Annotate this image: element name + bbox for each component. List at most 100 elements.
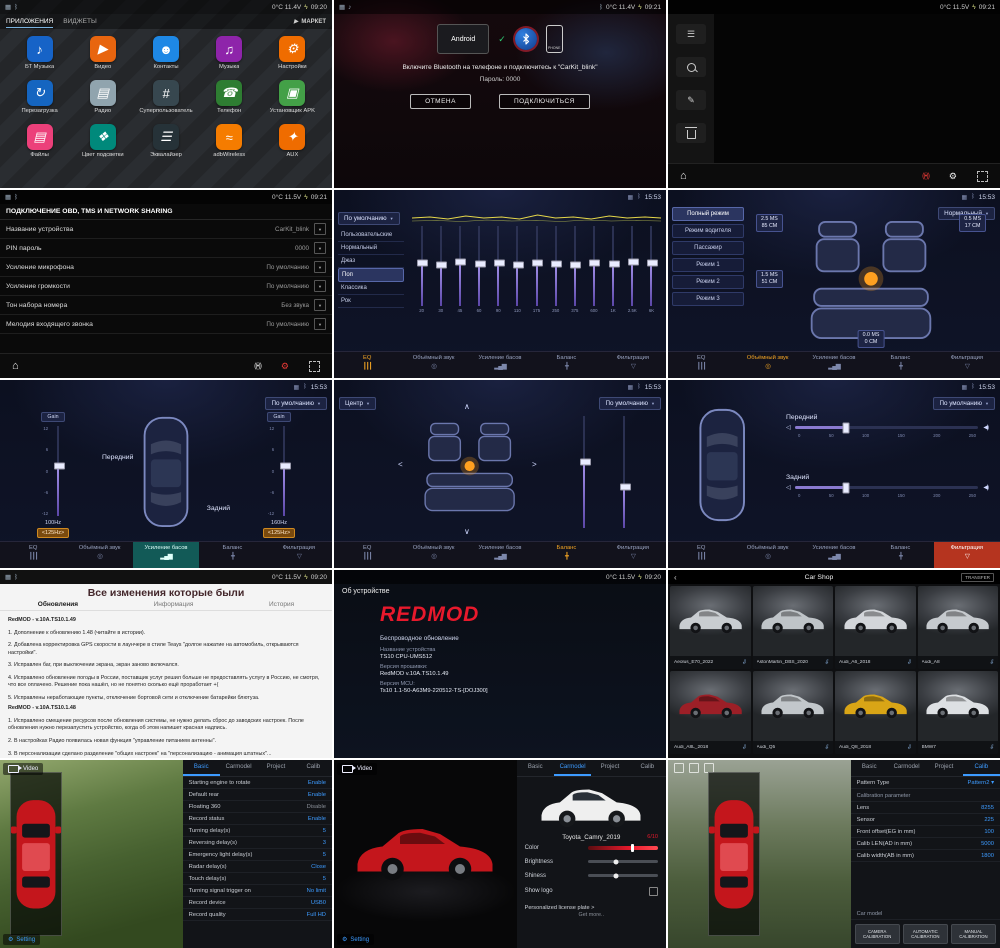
eq-band-slider[interactable] (623, 226, 642, 306)
eq-band-slider[interactable] (546, 226, 565, 306)
car-card[interactable]: Audi_A8 ⇩ (918, 586, 999, 669)
app-shortcut[interactable]: ⚙ Настройки (261, 36, 324, 70)
settings-row[interactable]: Floating 360 Disable (183, 801, 332, 813)
app-shortcut[interactable]: ↻ Перезагрузка (8, 80, 71, 114)
pattern-type-value[interactable]: Pattern2 ▾ (968, 780, 994, 786)
app-shortcut[interactable]: ♪ БТ Музыка (8, 36, 71, 70)
audio-tab[interactable]: EQ ┃┃┃ (668, 352, 734, 378)
connect-button[interactable]: ПОДКЛЮЧИТЬСЯ (499, 94, 590, 109)
download-icon[interactable]: ⇩ (989, 659, 994, 666)
audio-tab[interactable]: Баланс ╋ (199, 542, 265, 568)
slider-thumb[interactable] (613, 873, 618, 878)
audio-tab[interactable]: Усиление басов ▂▄▆ (133, 542, 199, 568)
broadcast-icon[interactable]: ((•)) (922, 173, 929, 180)
calibration-button[interactable]: MANUAL CALIBRATION (951, 924, 996, 944)
audio-tab[interactable]: Усиление басов ▂▄▆ (801, 352, 867, 378)
settings-row[interactable]: Тон набора номера Без звука ▼ (0, 296, 332, 315)
calibration-row[interactable]: Sensor 225 (851, 814, 1000, 826)
eq-band-slider[interactable] (489, 226, 508, 306)
listening-mode-button[interactable]: Полный режим (672, 207, 744, 221)
car-card[interactable]: BMW7 ⇩ (918, 671, 999, 754)
audio-tab[interactable]: Фильтрация ▽ (934, 542, 1000, 568)
transfer-button[interactable]: TRANSFER (961, 573, 994, 582)
download-icon[interactable]: ⇩ (989, 744, 994, 751)
edit-icon[interactable]: ✎ (676, 90, 706, 110)
audio-tab[interactable]: Баланс ╋ (867, 542, 933, 568)
slider-thumb[interactable] (54, 462, 65, 469)
settings-tab[interactable]: Calib (963, 760, 1000, 776)
eq-band-slider[interactable] (527, 226, 546, 306)
audio-tab[interactable]: Усиление басов ▂▄▆ (467, 352, 533, 378)
settings-tab[interactable]: Calib (295, 760, 332, 776)
car-card[interactable]: AstonMartin_DBS_2020 ⇩ (753, 586, 834, 669)
dropdown-icon[interactable]: ▼ (314, 280, 326, 292)
preset-item[interactable]: Пользовательские (338, 229, 404, 242)
home-icon[interactable]: ⌂ (12, 360, 19, 372)
slider-thumb[interactable] (551, 261, 562, 268)
show-logo-checkbox[interactable] (649, 887, 658, 896)
settings-row[interactable]: Название устройства CarKit_blink ▼ (0, 220, 332, 239)
get-more-link[interactable]: Get more.. (517, 912, 666, 921)
app-shortcut[interactable]: # Суперпользователь (134, 80, 197, 114)
car-card[interactable]: Audi_A8L_2018 ⇩ (670, 671, 751, 754)
slider-thumb[interactable] (620, 483, 631, 490)
slider-thumb[interactable] (532, 260, 543, 267)
settings-tab[interactable]: Project (257, 760, 294, 776)
listening-mode-button[interactable]: Режим 2 (672, 275, 744, 289)
audio-tab[interactable]: Объёмный звук ◎ (400, 542, 466, 568)
settings-tab[interactable]: Project (925, 760, 962, 776)
tab-widgets[interactable]: ВИДЖЕТЫ (63, 16, 96, 27)
default-selector[interactable]: По умолчанию▼ (599, 397, 661, 410)
preset-item[interactable]: Классика (338, 282, 404, 295)
settings-row[interactable]: PIN пароль 0000 ▼ (0, 239, 332, 258)
view-mode-icon[interactable] (689, 763, 699, 773)
settings-tab[interactable]: Carmodel (888, 760, 925, 776)
settings-row[interactable]: Turning delay(s) 5 (183, 825, 332, 837)
app-shortcut[interactable]: ▶ Видео (71, 36, 134, 70)
slider-thumb[interactable] (494, 259, 505, 266)
slider-thumb[interactable] (436, 262, 447, 269)
audio-tab[interactable]: Баланс ╋ (533, 352, 599, 378)
slider-thumb[interactable] (843, 422, 850, 433)
audio-tab[interactable]: Объёмный звук ◎ (66, 542, 132, 568)
audio-tab[interactable]: Фильтрация ▽ (266, 542, 332, 568)
car-card[interactable]: Audi_A6_2018 ⇩ (835, 586, 916, 669)
audio-tab[interactable]: Баланс ╋ (867, 352, 933, 378)
eq-band-slider[interactable] (412, 226, 431, 306)
audio-tab[interactable]: Объёмный звук ◎ (734, 542, 800, 568)
search-icon[interactable] (676, 57, 706, 77)
calibration-button[interactable]: CAMERA CALIBRATION (855, 924, 900, 944)
default-selector[interactable]: По умолчанию▼ (265, 397, 327, 410)
settings-row[interactable]: Emergency light delay(s) 5 (183, 849, 332, 861)
slider-thumb[interactable] (475, 261, 486, 268)
download-icon[interactable]: ⇩ (741, 659, 746, 666)
slider-thumb[interactable] (570, 262, 581, 269)
view-mode-icon[interactable] (674, 763, 684, 773)
listening-mode-button[interactable]: Режим 1 (672, 258, 744, 272)
slider-thumb[interactable] (628, 258, 639, 265)
settings-row[interactable]: Radar delay(s) Close (183, 861, 332, 873)
preset-item[interactable]: Нормальный (338, 242, 404, 255)
listening-mode-button[interactable]: Режим водителя (672, 224, 744, 238)
dropdown-icon[interactable]: ▼ (314, 299, 326, 311)
gear-icon[interactable]: ⚙ (281, 361, 289, 372)
app-drawer-icon[interactable] (309, 361, 320, 372)
tab-applications[interactable]: ПРИЛОЖЕНИЯ (6, 16, 53, 28)
app-shortcut[interactable]: ▤ Радио (71, 80, 134, 114)
settings-row[interactable]: Усиление громкости По умолчанию ▼ (0, 277, 332, 296)
settings-row[interactable]: Default rear Enable (183, 789, 332, 801)
settings-tab[interactable]: Basic (517, 760, 554, 776)
default-selector[interactable]: По умолчанию▼ (933, 397, 995, 410)
front-frequency-button[interactable]: <125Hz> (37, 528, 69, 538)
eq-band-slider[interactable] (604, 226, 623, 306)
calibration-row[interactable]: Front offset(EG in mm) 100 (851, 826, 1000, 838)
front-gain-slider[interactable] (52, 426, 64, 516)
settings-row[interactable]: Starting engine to rotate Enable (183, 777, 332, 789)
eq-band-slider[interactable] (508, 226, 527, 306)
changelog-tab[interactable]: История (269, 601, 294, 608)
eq-band-slider[interactable] (642, 226, 661, 306)
audio-tab[interactable]: Фильтрация ▽ (934, 352, 1000, 378)
back-icon[interactable]: ‹ (674, 573, 677, 582)
eq-band-slider[interactable] (431, 226, 450, 306)
app-shortcut[interactable]: ♫ Музыка (198, 36, 261, 70)
